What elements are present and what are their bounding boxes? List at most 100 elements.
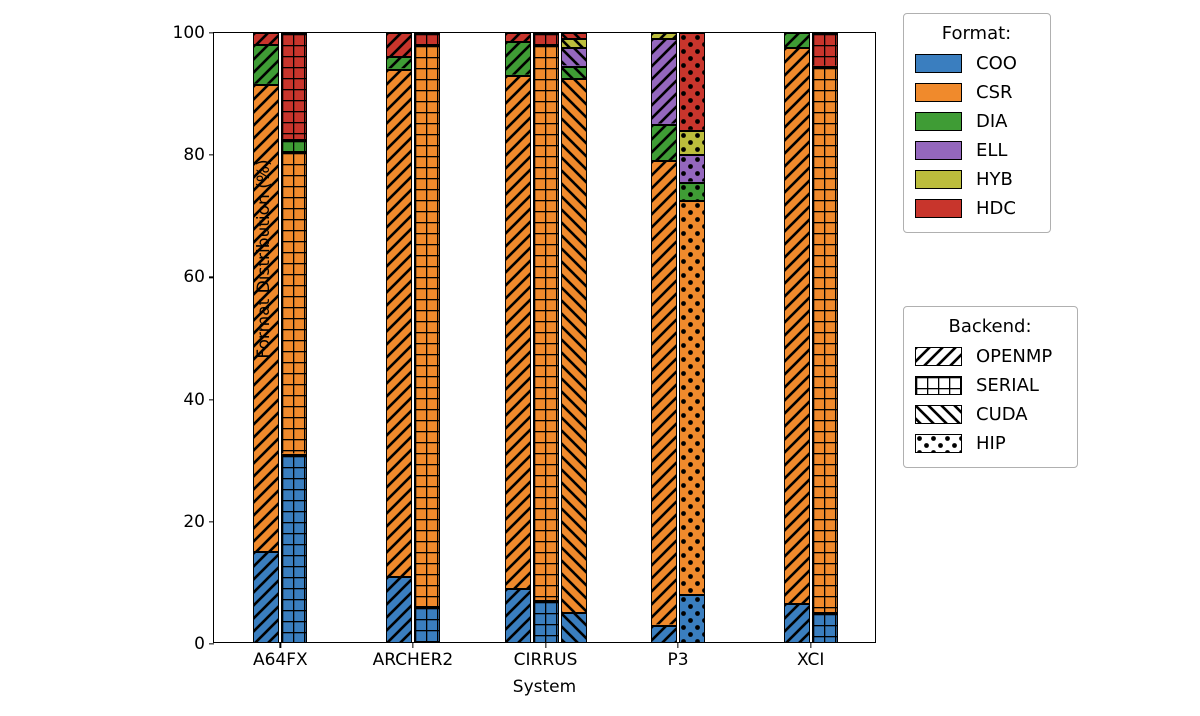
format-legend-item-dia[interactable]: DIA (915, 107, 1038, 136)
bar-segment-csr (679, 201, 705, 595)
bar-segment-dia (505, 42, 531, 76)
bar-segment-dia (561, 67, 587, 79)
y-tick-label: 20 (183, 512, 205, 532)
x-tick-label-p3: P3 (668, 650, 689, 670)
backend-legend-title: Backend: (915, 316, 1065, 337)
y-tick-label: 0 (194, 634, 205, 654)
bar-segment-coo (253, 552, 279, 642)
bar-segment-hdc (386, 33, 412, 57)
bar-segment-coo (533, 601, 559, 642)
format-legend: Format: COO CSR DIA ELL HYB HDC (903, 13, 1051, 233)
bar-a64fx-serial (281, 33, 307, 642)
y-tick-label: 80 (183, 145, 205, 165)
bar-segment-coo (281, 455, 307, 642)
bar-segment-dia (784, 33, 810, 48)
bar-segment-ell (651, 39, 677, 125)
y-tick-mark (209, 155, 215, 156)
backend-legend-label: SERIAL (976, 375, 1039, 396)
bar-segment-hdc (812, 33, 838, 67)
bar-segment-csr (505, 76, 531, 589)
bar-segment-csr (561, 79, 587, 614)
bar-segment-dia (679, 183, 705, 201)
hatch-pattern-icon (915, 347, 962, 366)
format-legend-title: Format: (915, 23, 1038, 44)
y-tick-label: 40 (183, 390, 205, 410)
x-tick-label-archer2: ARCHER2 (373, 650, 454, 670)
bar-segment-csr (784, 48, 810, 604)
bar-segment-csr (281, 152, 307, 454)
bar-segment-coo (812, 613, 838, 642)
color-swatch-icon (915, 54, 962, 73)
plot-area: Format Distribution (%) System 020406080… (213, 32, 876, 643)
bar-segment-coo (386, 577, 412, 642)
backend-legend-rows: OPENMP SERIAL CUDA HIP (915, 342, 1065, 458)
bar-cirrus-serial (533, 33, 559, 642)
format-legend-rows: COO CSR DIA ELL HYB HDC (915, 49, 1038, 223)
hatch-pattern-icon (915, 376, 962, 395)
bar-segment-coo (561, 613, 587, 642)
bar-segment-hyb (561, 39, 587, 48)
y-tick-label: 60 (183, 267, 205, 287)
bar-segment-hdc (505, 33, 531, 42)
bar-archer2-serial (414, 33, 440, 642)
format-legend-label: COO (976, 53, 1017, 74)
x-tick-label-a64fx: A64FX (253, 650, 308, 670)
bar-segment-coo (784, 604, 810, 642)
bar-cirrus-openmp (505, 33, 531, 642)
backend-legend-label: HIP (976, 433, 1006, 454)
bar-segment-coo (651, 626, 677, 642)
bar-segment-dia (281, 140, 307, 152)
format-legend-label: DIA (976, 111, 1007, 132)
backend-legend-label: OPENMP (976, 346, 1052, 367)
bar-segment-csr (812, 67, 838, 614)
bar-segment-hdc (281, 33, 307, 140)
bar-segment-csr (651, 161, 677, 625)
bar-archer2-openmp (386, 33, 412, 642)
y-tick-label: 100 (173, 23, 205, 43)
y-tick-mark (209, 399, 215, 400)
backend-legend-item-openmp[interactable]: OPENMP (915, 342, 1065, 371)
format-legend-label: CSR (976, 82, 1013, 103)
bar-segment-coo (414, 607, 440, 642)
bar-segment-coo (679, 595, 705, 642)
figure: Format Distribution (%) System 0 20 40 60 80… (0, 0, 1200, 716)
hatch-pattern-icon (915, 405, 962, 424)
bar-segment-ell (561, 48, 587, 66)
format-legend-item-csr[interactable]: CSR (915, 78, 1038, 107)
bar-segment-hyb (651, 33, 677, 39)
bar-segment-csr (414, 45, 440, 607)
color-swatch-icon (915, 83, 962, 102)
bar-segment-csr (386, 70, 412, 577)
backend-legend: Backend: OPENMP SERIAL CUDA HIP (903, 306, 1078, 468)
format-legend-item-hdc[interactable]: HDC (915, 194, 1038, 223)
x-tick-label-cirrus: CIRRUS (514, 650, 578, 670)
x-axis-label: System (214, 677, 875, 697)
backend-legend-item-serial[interactable]: SERIAL (915, 371, 1065, 400)
color-swatch-icon (915, 170, 962, 189)
y-tick-mark (209, 277, 215, 278)
bar-cirrus-cuda (561, 33, 587, 642)
bar-segment-csr (533, 45, 559, 601)
x-tick-mark (810, 642, 811, 648)
x-tick-label-xci: XCI (797, 650, 824, 670)
bar-xci-serial (812, 33, 838, 642)
backend-legend-item-hip[interactable]: HIP (915, 429, 1065, 458)
bar-p3-hip (679, 33, 705, 642)
x-tick-mark (280, 642, 281, 648)
format-legend-label: ELL (976, 140, 1007, 161)
color-swatch-icon (915, 199, 962, 218)
format-legend-item-hyb[interactable]: HYB (915, 165, 1038, 194)
bar-segment-dia (253, 45, 279, 85)
y-tick-mark (209, 32, 215, 33)
backend-legend-label: CUDA (976, 404, 1028, 425)
color-swatch-icon (915, 112, 962, 131)
y-axis-label: Format Distribution (%) (254, 149, 274, 369)
format-legend-label: HDC (976, 198, 1016, 219)
y-tick-mark (209, 643, 215, 644)
format-legend-item-coo[interactable]: COO (915, 49, 1038, 78)
x-tick-mark (545, 642, 546, 648)
bar-segment-hdc (414, 33, 440, 45)
format-legend-item-ell[interactable]: ELL (915, 136, 1038, 165)
bar-p3-openmp (651, 33, 677, 642)
backend-legend-item-cuda[interactable]: CUDA (915, 400, 1065, 429)
